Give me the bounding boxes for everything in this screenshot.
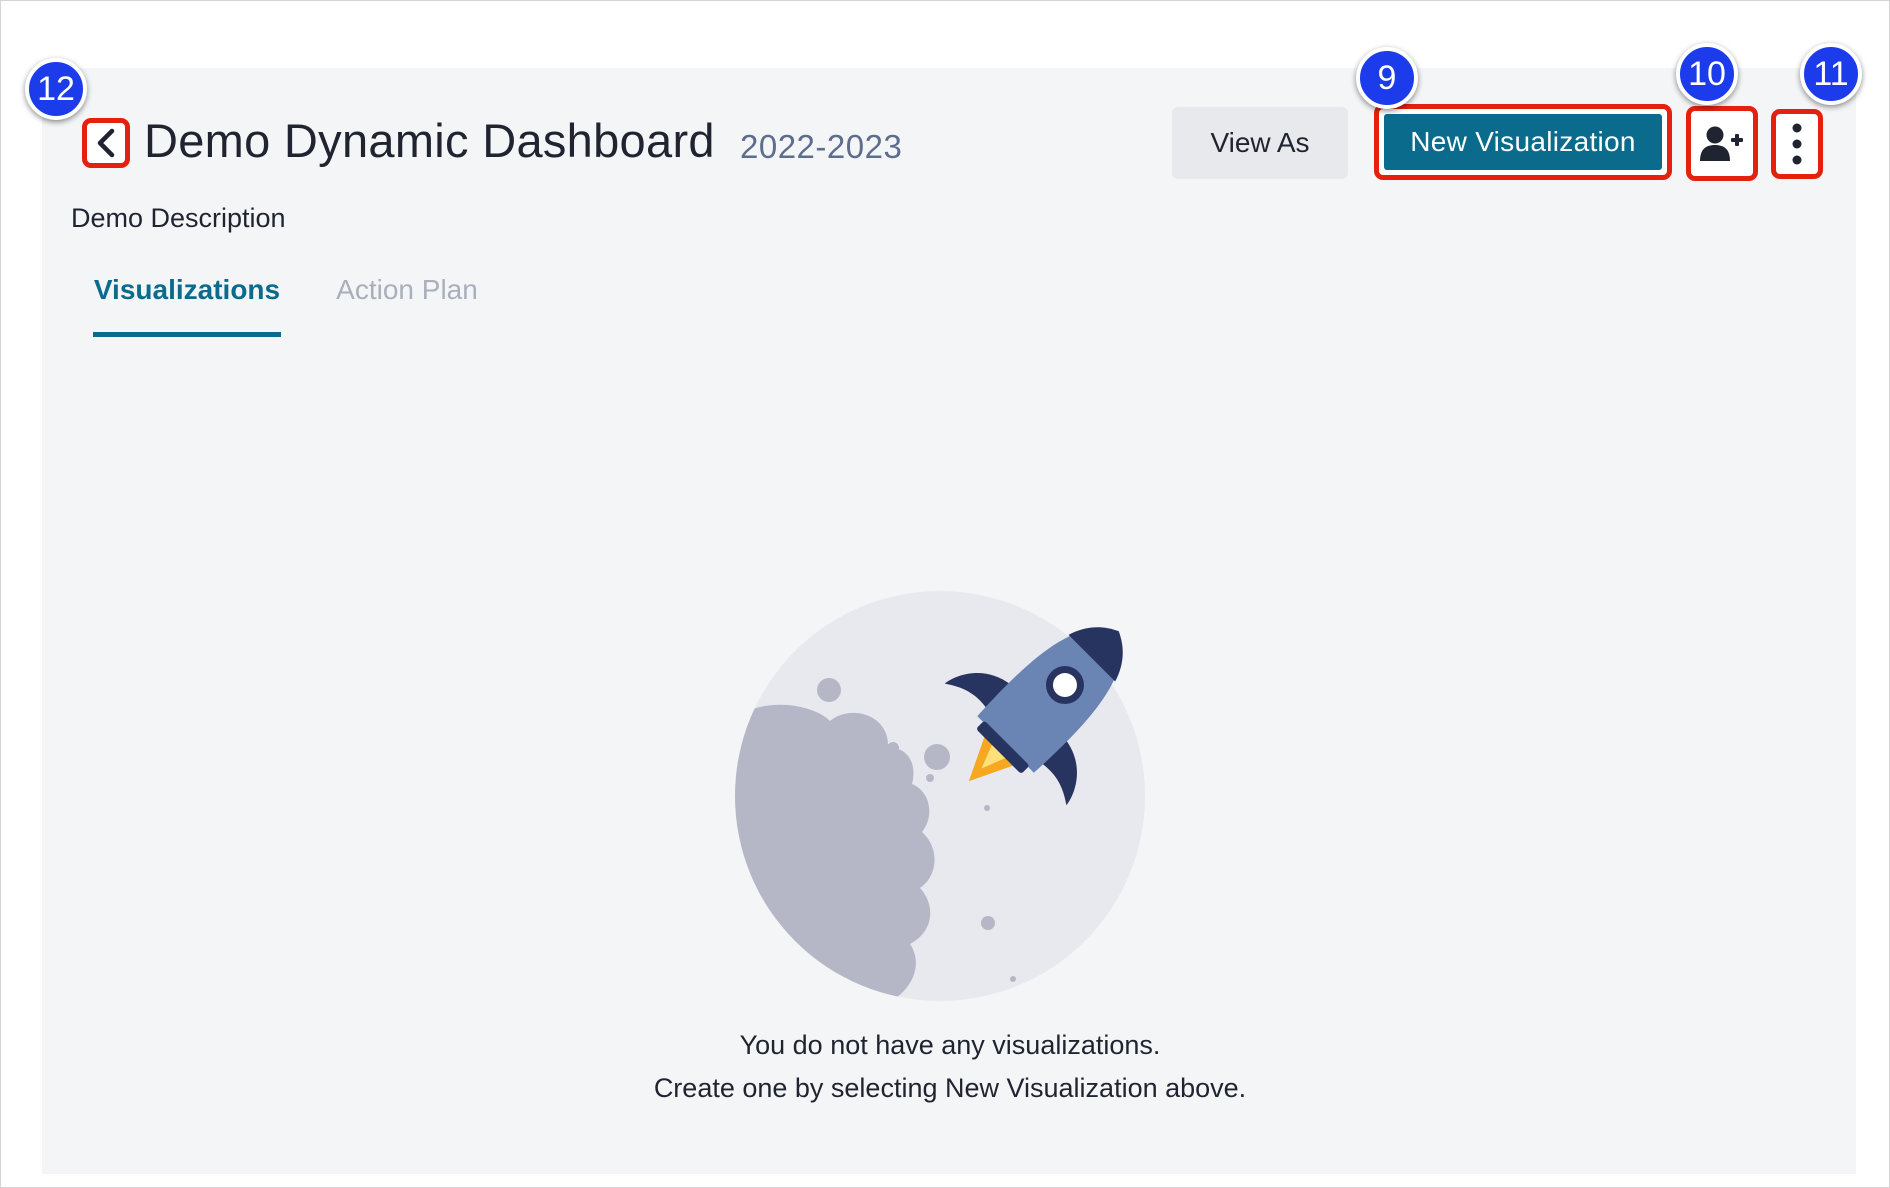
user-plus-icon [1700,126,1743,161]
callout-11: 11 [1800,43,1862,105]
rocket-moon-illustration [735,591,1145,1001]
callout-9: 9 [1356,47,1418,109]
empty-state-line-2: Create one by selecting New Visualizatio… [653,1073,1247,1103]
view-as-button[interactable]: View As [1172,107,1348,179]
new-visualization-button[interactable]: New Visualization [1384,114,1662,170]
share-button[interactable] [1686,106,1758,181]
page-title: Demo Dynamic Dashboard [144,114,715,167]
callout-12: 12 [25,58,87,120]
tab-action-plan[interactable]: Action Plan [328,274,486,332]
empty-state-message: You do not have any visualizations. Crea… [500,1024,1400,1110]
chevron-left-icon [97,128,115,158]
back-button[interactable] [82,118,130,168]
vertical-ellipsis-icon [1792,123,1802,165]
tab-visualizations[interactable]: Visualizations [93,274,281,337]
empty-state-line-1: You do not have any visualizations. [739,1030,1161,1060]
new-visualization-highlight: New Visualization [1374,104,1672,180]
dashboard-description: Demo Description [71,203,286,233]
school-year: 2022-2023 [740,128,903,165]
more-options-button[interactable] [1771,109,1823,179]
callout-10: 10 [1676,43,1738,105]
